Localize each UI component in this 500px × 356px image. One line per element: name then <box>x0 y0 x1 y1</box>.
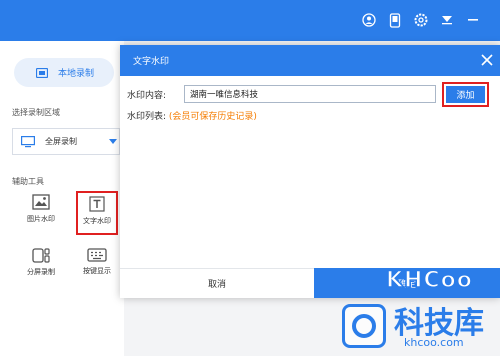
title-bar-icons <box>360 11 482 29</box>
tool-image-watermark[interactable]: 图片水印 <box>20 194 62 238</box>
minimize-icon[interactable] <box>464 11 482 29</box>
add-button[interactable]: 添加 <box>446 86 485 103</box>
text-t-icon <box>89 196 105 212</box>
image-icon <box>32 194 50 210</box>
region-select[interactable]: 全屏录制 <box>12 128 120 155</box>
video-icon <box>36 67 48 78</box>
tool-key-display[interactable]: 按键显示 <box>76 248 118 292</box>
watermark-site: khcoo.com <box>404 336 464 349</box>
vip-note: (会员可保存历史记录) <box>168 112 257 122</box>
cancel-button[interactable]: 取消 <box>120 268 314 298</box>
close-icon[interactable] <box>480 53 494 67</box>
watermark-content-label: 水印内容: <box>127 91 167 101</box>
tab-local-record-label: 本地录制 <box>58 69 95 79</box>
watermark-logo-icon <box>342 304 386 348</box>
tool-split-screen[interactable]: 分屏录制 <box>20 248 62 292</box>
watermark-list-row: 水印列表: (会员可保存历史记录) <box>127 109 257 122</box>
watermark-brand: KHCoo <box>385 267 473 294</box>
left-panel: 本地录制 选择录制区域 全屏录制 辅助工具 图片水印 文字水印 分屏录制 按键显… <box>0 41 124 356</box>
monitor-icon <box>21 135 35 147</box>
phone-icon[interactable] <box>386 11 404 29</box>
dialog-title: 文字水印 <box>133 57 170 67</box>
split-screen-icon <box>32 248 50 263</box>
watermark-content-input[interactable] <box>184 85 436 103</box>
select-region-title: 选择录制区域 <box>12 108 60 117</box>
region-select-value: 全屏录制 <box>45 137 77 146</box>
dialog-header: 文字水印 <box>120 45 500 76</box>
settings-icon[interactable] <box>412 11 430 29</box>
tools-title: 辅助工具 <box>12 177 44 186</box>
dropdown-icon[interactable] <box>438 11 456 29</box>
tool-text-watermark-label: 文字水印 <box>83 217 111 225</box>
tool-split-screen-label: 分屏录制 <box>27 268 55 276</box>
tab-local-record[interactable]: 本地录制 <box>14 58 114 87</box>
site-watermark: KHCoo 科技库 khcoo.com <box>342 260 500 356</box>
user-icon[interactable] <box>360 11 378 29</box>
chevron-down-icon <box>109 138 117 144</box>
tool-key-display-label: 按键显示 <box>83 267 111 275</box>
watermark-list-label: 水印列表: <box>127 112 167 122</box>
add-button-highlight: 添加 <box>442 82 489 107</box>
keyboard-icon <box>87 248 107 262</box>
title-bar <box>0 0 500 41</box>
tool-text-watermark[interactable]: 文字水印 <box>76 191 118 235</box>
tool-image-watermark-label: 图片水印 <box>27 215 55 223</box>
